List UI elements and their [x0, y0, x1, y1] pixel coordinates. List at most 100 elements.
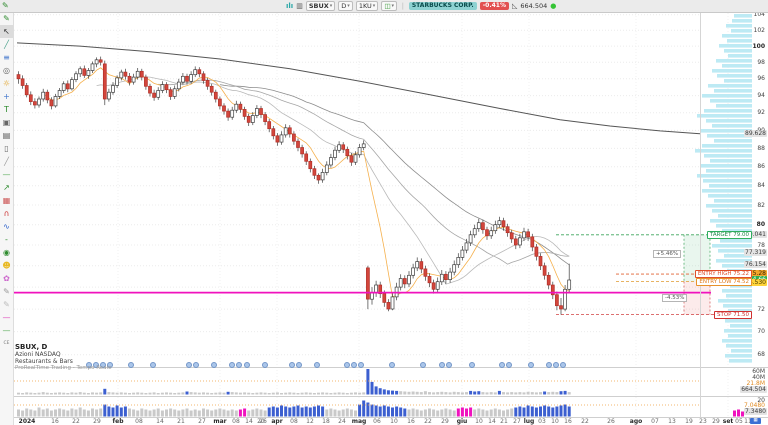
signal-bars-icon[interactable]: ılı: [286, 1, 293, 11]
layout-icon[interactable]: ▥: [296, 1, 303, 11]
date-tick: 29: [93, 418, 101, 425]
price-tick: 70: [757, 328, 765, 335]
units-dropdown[interactable]: 1KU ▾: [356, 1, 379, 11]
trendline-tool-icon[interactable]: ╱: [0, 38, 13, 51]
ce-tool-icon[interactable]: CE: [0, 337, 13, 350]
date-tick: 2024: [19, 418, 36, 425]
emoji-tool-icon[interactable]: ☻: [0, 259, 13, 272]
draw-pencil-icon[interactable]: ✎: [2, 0, 9, 12]
date-tick: 10: [551, 418, 559, 425]
date-tick: 08: [135, 418, 143, 425]
pencil2-tool-icon[interactable]: ✎: [0, 285, 13, 298]
palette-tool-icon[interactable]: ✿: [0, 272, 13, 285]
price-tick: 72: [757, 306, 765, 313]
pattern-tool-icon[interactable]: ▤: [0, 129, 13, 142]
event-marker-icon[interactable]: [262, 362, 268, 368]
cursor-tool-icon[interactable]: ↖: [0, 25, 13, 38]
entry-high-level-badge[interactable]: ENTRY HIGH 75.22: [695, 270, 752, 278]
event-marker-icon[interactable]: [506, 362, 512, 368]
event-marker-icon[interactable]: [546, 362, 552, 368]
price-tick: 82: [757, 202, 765, 209]
target-level-badge[interactable]: TARGET 79.00: [707, 231, 752, 239]
event-marker-icon[interactable]: [128, 362, 134, 368]
chart-style-icon[interactable]: ▦: [0, 194, 13, 207]
date-tick: 19: [685, 418, 693, 425]
event-marker-icon[interactable]: [211, 362, 217, 368]
axis-settings-button[interactable]: ▦: [750, 418, 761, 424]
segment-tool-icon[interactable]: —: [0, 168, 13, 181]
event-marker-icon[interactable]: [528, 362, 534, 368]
chart-type-dropdown[interactable]: ◫ ▾: [381, 1, 397, 11]
green-line-tool-icon[interactable]: —: [0, 324, 13, 337]
event-marker-icon[interactable]: [469, 362, 475, 368]
entry-low-level-badge[interactable]: ENTRY LOW 74.52: [696, 278, 752, 286]
date-tick: 05: [735, 418, 743, 425]
brightness-tool-icon[interactable]: ☼: [0, 77, 13, 90]
event-marker-icon[interactable]: [244, 362, 250, 368]
symbol-title: SBUX, D: [15, 343, 111, 351]
date-tick: 22: [424, 418, 432, 425]
symbol-dropdown[interactable]: SBUX ▾: [306, 1, 335, 11]
date-tick: 27: [513, 418, 521, 425]
volume-value: 664.504: [520, 2, 547, 10]
event-marker-icon[interactable]: [296, 362, 302, 368]
pencil3-tool-icon[interactable]: ✎: [0, 298, 13, 311]
date-tick: 29: [441, 418, 449, 425]
text-tool-icon[interactable]: T: [0, 103, 13, 116]
date-tick: 26: [607, 418, 615, 425]
magenta-line-tool-icon[interactable]: —: [0, 311, 13, 324]
event-marker-icon[interactable]: [289, 362, 295, 368]
event-marker-icon[interactable]: [446, 362, 452, 368]
date-tick: 14: [488, 418, 496, 425]
price-tick: 86: [757, 163, 765, 170]
candlestick-icon: ◫: [384, 2, 390, 10]
horn-tool-icon[interactable]: ∩: [0, 207, 13, 220]
event-marker-icon[interactable]: [439, 362, 445, 368]
event-marker-icon[interactable]: [229, 362, 235, 368]
event-marker-icon[interactable]: [314, 362, 320, 368]
event-marker-icon[interactable]: [420, 362, 426, 368]
units-label: 1KU: [359, 2, 372, 10]
event-marker-icon[interactable]: [186, 362, 192, 368]
chart-canvas[interactable]: [0, 0, 768, 425]
event-marker-icon[interactable]: [389, 362, 395, 368]
symbol-info-block: SBUX, D Azioni NASDAQ Restaurants & Bars…: [15, 343, 111, 372]
price-tick: 94: [757, 92, 765, 99]
zoom-tool-icon[interactable]: ◎: [0, 64, 13, 77]
date-tick: 13: [668, 418, 676, 425]
pencil-tool-icon[interactable]: ✎: [0, 12, 13, 25]
date-tick: 21: [500, 418, 508, 425]
target-tool-icon[interactable]: ◉: [0, 246, 13, 259]
event-marker-icon[interactable]: [499, 362, 505, 368]
date-tick: 29: [712, 418, 720, 425]
date-tick: 08: [290, 418, 298, 425]
event-marker-icon[interactable]: [193, 362, 199, 368]
instrument-badge[interactable]: STARBUCKS CORP.: [409, 2, 477, 10]
line-tool-icon[interactable]: ╱: [0, 155, 13, 168]
stop-level-badge[interactable]: STOP 71.50: [714, 311, 752, 319]
dash-tool-icon[interactable]: -: [0, 233, 13, 246]
event-marker-icon[interactable]: [351, 362, 357, 368]
event-marker-icon[interactable]: [150, 362, 156, 368]
date-tick: 27: [198, 418, 206, 425]
date-tick: set: [723, 418, 734, 425]
event-marker-icon[interactable]: [236, 362, 242, 368]
change-badge: -0.41%: [480, 2, 509, 10]
arrow-tool-icon[interactable]: ↗: [0, 181, 13, 194]
price-tick: 102: [754, 27, 765, 34]
copy-tool-icon[interactable]: ▣: [0, 116, 13, 129]
wave-tool-icon[interactable]: ∿: [0, 220, 13, 233]
event-marker-icon[interactable]: [344, 362, 350, 368]
lines-tool-icon[interactable]: ≡: [0, 51, 13, 64]
volume-axis-label: 664.504: [740, 386, 767, 393]
interval-dropdown[interactable]: D ▾: [338, 1, 353, 11]
event-marker-icon[interactable]: [560, 362, 566, 368]
event-marker-icon[interactable]: [553, 362, 559, 368]
interval-label: D: [341, 2, 346, 10]
event-marker-icon[interactable]: [358, 362, 364, 368]
top-toolbar: ✎ ılı ▥ SBUX ▾ D ▾ 1KU ▾ ◫ ▾ ❘ STARBUCKS…: [0, 0, 768, 13]
reward-percent-label: +5.46%: [653, 250, 681, 258]
move-tool-icon[interactable]: +: [0, 90, 13, 103]
price-chip: 76.154: [744, 261, 767, 268]
trash-tool-icon[interactable]: ▯: [0, 142, 13, 155]
